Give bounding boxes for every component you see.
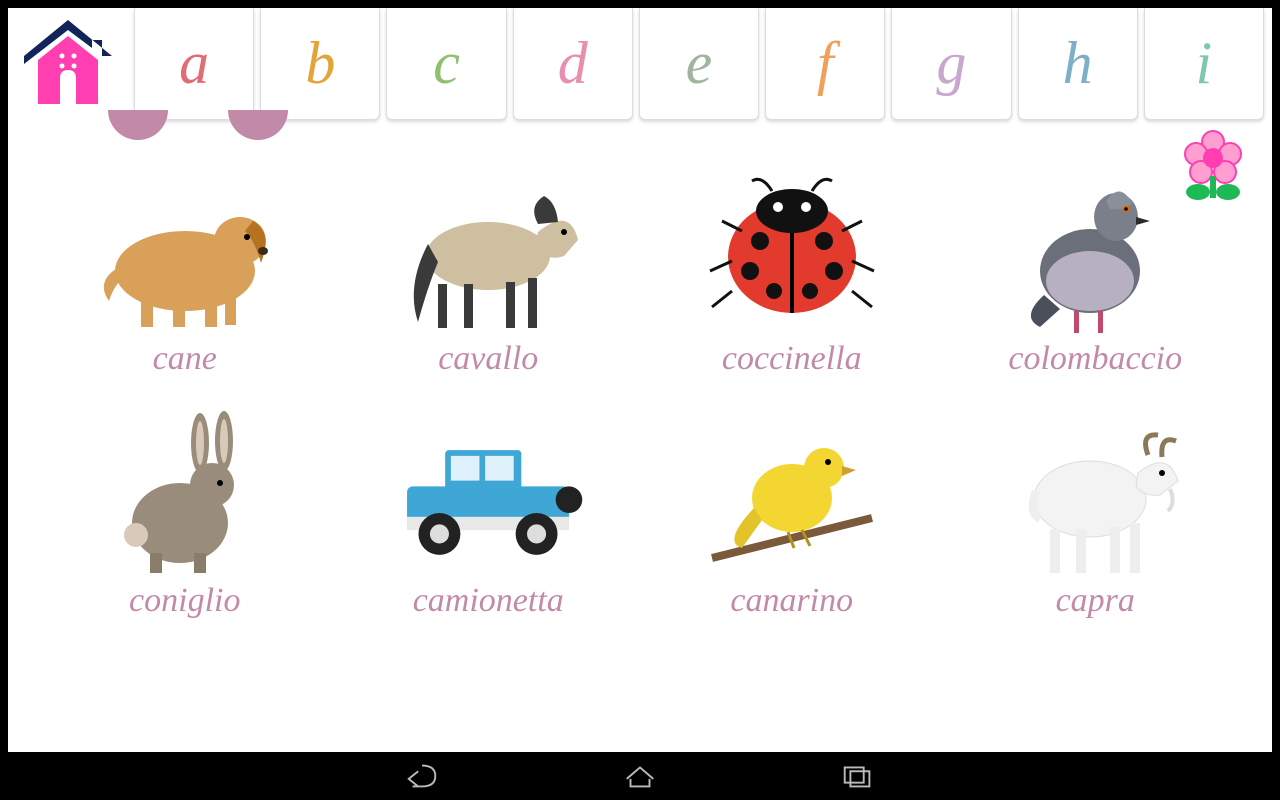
word-label: colombaccio <box>1008 340 1182 378</box>
word-label: coniglio <box>129 582 240 620</box>
tab-label: h <box>1063 29 1093 98</box>
flower-icon <box>1178 126 1248 208</box>
word-card-cavallo[interactable]: cavallo <box>352 166 626 378</box>
word-label: capra <box>1056 582 1135 620</box>
letter-tab-g[interactable]: g <box>891 8 1011 120</box>
tab-label: b <box>305 29 335 98</box>
pigeon-image <box>995 166 1195 336</box>
android-navbar <box>0 752 1280 800</box>
home-icon <box>18 16 118 112</box>
ladybug-image <box>692 166 892 336</box>
goat-image <box>995 408 1195 578</box>
word-card-capra[interactable]: capra <box>959 408 1233 620</box>
jeep-image <box>388 408 588 578</box>
home-nav-button[interactable] <box>621 761 659 791</box>
tab-label: d <box>558 29 588 98</box>
word-card-canarino[interactable]: canarino <box>655 408 929 620</box>
word-label: camionetta <box>413 582 564 620</box>
word-card-cane[interactable]: cane <box>48 166 322 378</box>
app-screen: a b c d e f g h i <box>8 8 1272 752</box>
letter-tab-h[interactable]: h <box>1018 8 1138 120</box>
tab-label: i <box>1196 29 1213 98</box>
word-label: cane <box>153 340 217 378</box>
word-card-coniglio[interactable]: coniglio <box>48 408 322 620</box>
horse-image <box>388 166 588 336</box>
recent-apps-button[interactable] <box>839 761 877 791</box>
word-grid: cane cavallo <box>48 166 1232 620</box>
dog-image <box>85 166 285 336</box>
back-button[interactable] <box>403 761 441 791</box>
letter-tab-c[interactable]: c <box>386 8 506 120</box>
word-label: cavallo <box>438 340 538 378</box>
tab-label: f <box>817 29 834 98</box>
scroll-hint <box>228 110 288 140</box>
word-card-coccinella[interactable]: coccinella <box>655 166 929 378</box>
canary-image <box>692 408 892 578</box>
tab-label: g <box>936 29 966 98</box>
letter-tab-d[interactable]: d <box>513 8 633 120</box>
letter-tab-a[interactable]: a <box>134 8 254 120</box>
word-card-camionetta[interactable]: camionetta <box>352 408 626 620</box>
scroll-hint <box>108 110 168 140</box>
rabbit-image <box>85 408 285 578</box>
tab-label: e <box>686 29 713 98</box>
tab-label: c <box>433 29 460 98</box>
flower-button[interactable] <box>1178 126 1248 213</box>
letter-tab-f[interactable]: f <box>765 8 885 120</box>
letter-tab-b[interactable]: b <box>260 8 380 120</box>
letter-tab-i[interactable]: i <box>1144 8 1264 120</box>
alphabet-tabs: a b c d e f g h i <box>8 8 1272 120</box>
word-grid-area: cane cavallo <box>8 120 1272 620</box>
home-button[interactable] <box>8 8 128 120</box>
word-label: coccinella <box>722 340 862 378</box>
letter-tab-e[interactable]: e <box>639 8 759 120</box>
tab-label: a <box>179 29 209 98</box>
word-label: canarino <box>730 582 853 620</box>
